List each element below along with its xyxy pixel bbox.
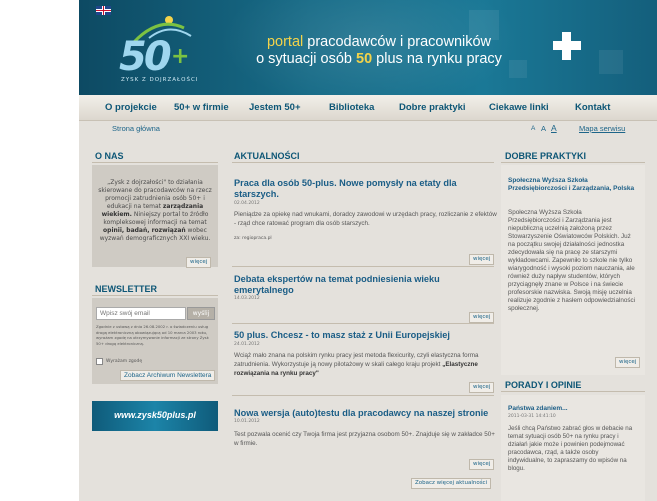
tagline-number: 50	[356, 51, 373, 67]
porady-box: Państwa zdaniem... 2011-03-31 14:41:10 J…	[501, 395, 645, 501]
logo-plus: +	[171, 44, 190, 69]
article-title[interactable]: Nowa wersja (auto)testu dla pracodawcy n…	[234, 408, 494, 419]
article-title[interactable]: Praca dla osób 50-plus. Nowe pomysły na …	[234, 178, 494, 200]
consent-checkbox[interactable]	[96, 358, 103, 365]
divider	[501, 391, 645, 392]
zysk50plus-banner[interactable]: www.zysk50plus.pl	[92, 401, 218, 431]
divider	[232, 323, 494, 324]
page: 50 + ZYSK Z DOJRZAŁOŚCI portal pracodawc…	[0, 0, 657, 501]
divider	[92, 162, 218, 163]
newsletter-heading: NEWSLETTER	[95, 284, 157, 294]
sub-bar: Strona główna A A A Mapa serwisu	[79, 121, 657, 137]
newsletter-consent-text: Zgodnie z ustawą z dnia 26.08.2002 r. o …	[96, 324, 209, 346]
opinion-body: Jeśli chcą Państwo zabrać głos w debacie…	[508, 425, 633, 472]
banner-text: www.zysk50plus.pl	[114, 410, 196, 420]
tagline-line2-post: plus na rynku pracy	[372, 51, 502, 67]
opinion-date: 2011-03-31 14:41:10	[508, 414, 556, 419]
more-news-button[interactable]: Zobacz więcej aktualności	[411, 478, 492, 489]
article-more-button[interactable]: więcej	[469, 254, 495, 265]
tagline-line1: pracodawców i pracowników	[303, 34, 492, 50]
article-body: Test pozwala ocenić czy Twoja firma jest…	[234, 431, 495, 447]
breadcrumb-home[interactable]: Strona główna	[112, 124, 160, 133]
nav-item-jestem-50[interactable]: Jestem 50+	[249, 95, 301, 121]
onas-heading: O NAS	[95, 151, 124, 161]
divider	[232, 395, 494, 396]
practice-title[interactable]: Społeczna Wyższa Szkoła Przedsiębiorczoś…	[508, 177, 638, 193]
main-nav: O projekcie 50+ w firmie Jestem 50+ Bibl…	[79, 95, 657, 121]
divider	[232, 266, 494, 267]
article-date: 10.01.2012	[234, 419, 260, 424]
font-size-medium-button[interactable]: A	[541, 124, 546, 133]
opinion-title[interactable]: Państwa zdaniem...	[508, 405, 568, 412]
nav-item-o-projekcie[interactable]: O projekcie	[105, 95, 157, 121]
aktualnosci-heading: AKTUALNOŚCI	[234, 151, 300, 161]
article-date: 24.01.2012	[234, 342, 260, 347]
plus-cross-icon	[547, 26, 587, 66]
practice-body: Społeczna Wyższa Szkoła Przedsiębiorczoś…	[508, 209, 636, 312]
sitemap-link[interactable]: Mapa serwisu	[579, 124, 625, 133]
newsletter-archive-button[interactable]: Zobacz Archiwum Newslettera	[120, 370, 216, 381]
header-tagline: portal pracodawców i pracowników o sytua…	[229, 34, 529, 68]
consent-checkbox-label: Wyrażam zgodę	[106, 359, 143, 364]
site-frame: 50 + ZYSK Z DOJRZAŁOŚCI portal pracodawc…	[79, 0, 657, 501]
article-title[interactable]: 50 plus. Chcesz - to masz staż z Unii Eu…	[234, 330, 494, 341]
article-more-button[interactable]: więcej	[469, 459, 495, 470]
onas-text: „Zysk z dojrzałości" to działania skiero…	[98, 179, 212, 242]
article-body: Wciąż mało znana na polskim rynku pracy …	[234, 352, 479, 377]
nav-item-biblioteka[interactable]: Biblioteka	[329, 95, 374, 121]
dobre-praktyki-box: Społeczna Wyższa Szkoła Przedsiębiorczoś…	[501, 165, 645, 375]
nav-item-ciekawe-linki[interactable]: Ciekawe linki	[489, 95, 549, 121]
newsletter-submit-button[interactable]: wyślij	[187, 307, 215, 320]
logo-fifty: 50	[119, 34, 172, 80]
site-header: 50 + ZYSK Z DOJRZAŁOŚCI portal pracodawc…	[79, 0, 657, 95]
dobre-praktyki-heading: DOBRE PRAKTYKI	[505, 151, 587, 161]
divider	[92, 295, 218, 296]
article-title[interactable]: Debata ekspertów na temat podniesienia w…	[234, 274, 494, 296]
nav-item-dobre-praktyki[interactable]: Dobre praktyki	[399, 95, 466, 121]
practice-more-button[interactable]: więcej	[615, 357, 641, 368]
article-body: Pieniądze za opiekę nad wnukami, doradcy…	[234, 211, 497, 227]
article-more-button[interactable]: więcej	[469, 382, 495, 393]
newsletter-email-input[interactable]	[96, 307, 186, 320]
porady-heading: PORADY I OPINIE	[505, 380, 582, 390]
onas-more-button[interactable]: więcej	[186, 257, 212, 268]
article-source: za: regiopraca.pl	[234, 236, 272, 241]
article-date: 14.03.2012	[234, 296, 260, 301]
divider	[501, 162, 645, 163]
article-date: 02.04.2012	[234, 201, 260, 206]
article-more-button[interactable]: więcej	[469, 312, 495, 323]
tagline-portal: portal	[266, 34, 304, 50]
newsletter-box: wyślij Zgodnie z ustawą z dnia 26.08.200…	[92, 298, 218, 384]
site-logo[interactable]: 50 + ZYSK Z DOJRZAŁOŚCI	[109, 14, 209, 90]
font-size-small-button[interactable]: A	[531, 125, 535, 132]
nav-item-kontakt[interactable]: Kontakt	[575, 95, 610, 121]
divider	[232, 162, 494, 163]
onas-box: „Zysk z dojrzałości" to działania skiero…	[92, 165, 218, 268]
font-size-large-button[interactable]: A	[551, 123, 557, 133]
header-decor	[599, 50, 623, 74]
tagline-line2-pre: o sytuacji osób	[256, 51, 357, 67]
logo-text: ZYSK Z DOJRZAŁOŚCI	[121, 77, 199, 83]
nav-item-50-w-firmie[interactable]: 50+ w firmie	[174, 95, 229, 121]
